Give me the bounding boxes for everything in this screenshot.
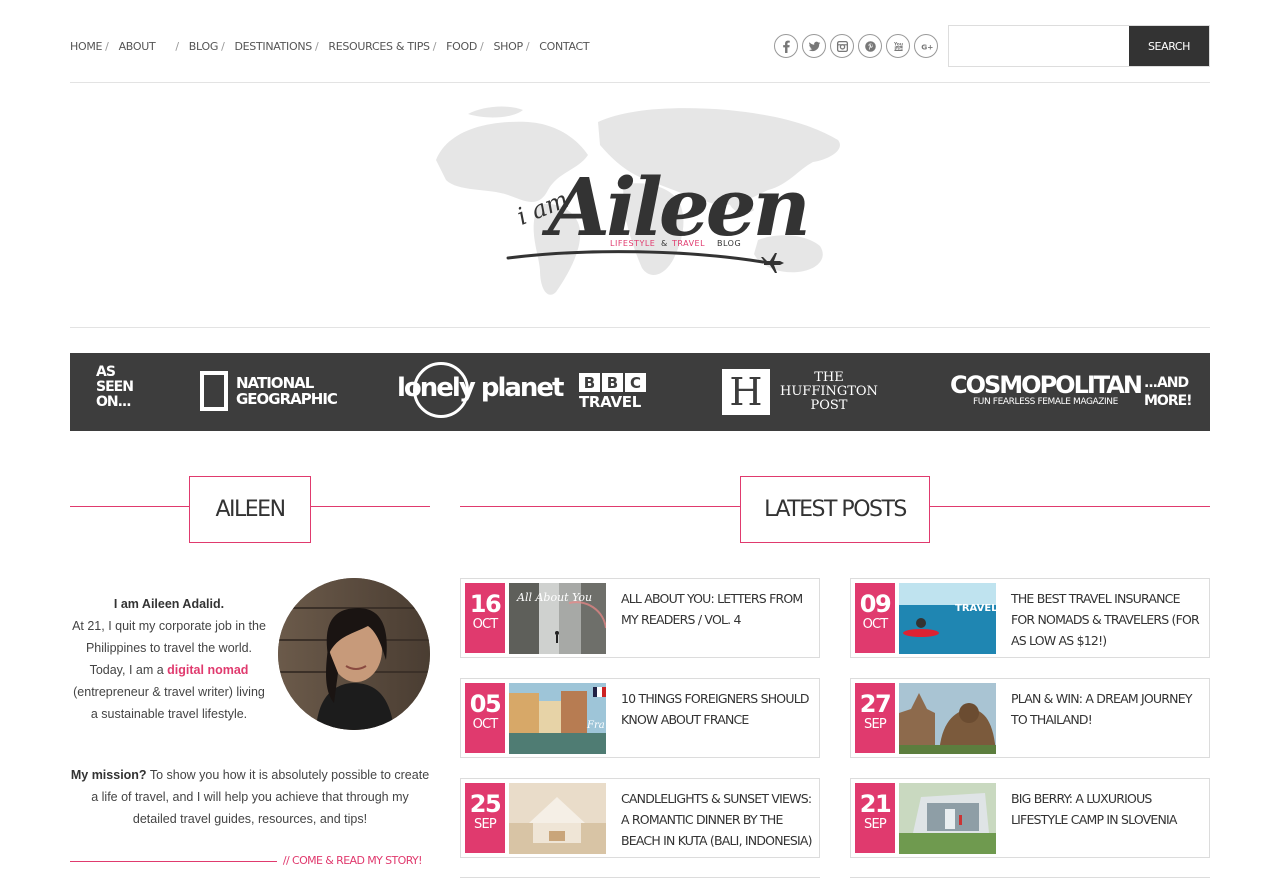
nav-contact[interactable]: CONTACT (539, 40, 589, 53)
svg-text:G+: G+ (921, 42, 933, 51)
social-icons: You Tube G+ (774, 34, 938, 58)
latest-posts-heading: LATEST POSTS (740, 476, 930, 543)
post-card[interactable]: 16 OCT All About You ALL ABOUT YOU: LETTE… (460, 578, 820, 658)
top-bar: HOME / ABOUT / BLOG / DESTINATIONS / RESOURC… (70, 0, 1210, 83)
post-date: 27 SEP (855, 683, 895, 753)
search-form: SEARCH (948, 25, 1210, 67)
post-date: 25 SEP (465, 783, 505, 853)
post-thumbnail[interactable] (899, 683, 996, 754)
post-card[interactable]: 25 SEP CANDLELIGHTS & SUNSET VIEWS: A ROM… (460, 778, 820, 858)
post-title[interactable]: ALL ABOUT YOU: LETTERS FROM MY READERS /… (621, 588, 815, 630)
post-thumbnail[interactable]: All About You (509, 583, 606, 654)
svg-text:Fra: Fra (586, 720, 605, 731)
header-divider (70, 327, 1210, 328)
instagram-icon[interactable] (830, 34, 854, 58)
nav-about[interactable]: ABOUT / (119, 40, 189, 53)
digital-nomad-link[interactable]: digital nomad (167, 663, 248, 677)
post-card[interactable]: 21 SEP BIG BERRY: A LUXURIOUS LIFESTYLE C… (850, 778, 1210, 858)
nav-home[interactable]: HOME / (70, 40, 119, 53)
logo-tagline-blog: BLOG (717, 239, 741, 248)
post-title[interactable]: CANDLELIGHTS & SUNSET VIEWS: A ROMANTIC … (621, 788, 815, 851)
as-seen-on-band: AS SEEN ON... NATIONAL GEOGRAPHIC lonely pl… (70, 353, 1210, 431)
post-thumbnail[interactable] (899, 783, 996, 854)
nav-shop[interactable]: SHOP / (493, 40, 539, 53)
post-date: 16 OCT (465, 583, 505, 653)
youtube-icon[interactable]: You Tube (886, 34, 910, 58)
post-card[interactable]: 09OCT TRAVEL INSURANCE THE BEST TRAVEL I… (850, 578, 1210, 658)
national-geographic-logo: NATIONAL GEOGRAPHIC (200, 371, 338, 411)
site-logo[interactable]: i am Aileen LIFESTYLE & TRAVEL BLOG (428, 100, 854, 306)
post-date: 05 OCT (465, 683, 505, 753)
nav-resources-tips[interactable]: RESOURCES & TIPS / (328, 40, 446, 53)
pinterest-icon[interactable] (858, 34, 882, 58)
read-my-story: // COME & READ MY STORY! (70, 852, 430, 872)
post-thumbnail[interactable]: Fra (509, 683, 606, 754)
nav-food[interactable]: FOOD / (446, 40, 493, 53)
svg-text:TRAVEL INSURANCE: TRAVEL INSURANCE (955, 603, 996, 614)
about-intro-bold: I am Aileen Adalid. (113, 597, 225, 611)
post-title[interactable]: BIG BERRY: A LUXURIOUS LIFESTYLE CAMP IN… (1011, 788, 1205, 830)
huffington-post-logo: H THE HUFFINGTON POST (722, 369, 878, 415)
twitter-icon[interactable] (802, 34, 826, 58)
post-title[interactable]: 10 THINGS FOREIGNERS SHOULD KNOW ABOUT F… (621, 688, 815, 730)
cosmopolitan-logo: COSMOPOLITAN FUN FEARLESS FEMALE MAGAZIN… (950, 371, 1143, 407)
about-mission: My mission? To show you how it is absolu… (70, 768, 430, 826)
about-heading: AILEEN (189, 476, 311, 543)
main-nav: HOME / ABOUT / BLOG / DESTINATIONS / RESOURC… (70, 40, 590, 53)
and-more-label: ...AND MORE! (1144, 375, 1193, 409)
logo-tagline-lifestyle: LIFESTYLE (610, 239, 655, 248)
post-date: 21 SEP (855, 783, 895, 853)
as-seen-on-label: AS SEEN ON... (96, 364, 134, 410)
post-date: 09 OCT (855, 583, 895, 653)
logo-tagline-travel: TRAVEL (671, 239, 705, 248)
bbc-travel-logo: BBC TRAVEL (579, 373, 646, 411)
google-plus-icon[interactable]: G+ (914, 34, 938, 58)
lonely-planet-logo: lonely planet (397, 362, 564, 418)
post-card[interactable]: 05 OCT Fra 10 THINGS FOREIGNERS SHOULD KN… (460, 678, 820, 758)
search-input[interactable] (949, 26, 1129, 66)
nav-destinations[interactable]: DESTINATIONS / (234, 40, 328, 53)
svg-text:Tube: Tube (893, 45, 904, 50)
post-thumbnail[interactable]: TRAVEL INSURANCE (899, 583, 996, 654)
nav-blog[interactable]: BLOG / (189, 40, 235, 53)
search-button[interactable]: SEARCH (1129, 26, 1209, 66)
world-map-logo-graphic: i am Aileen LIFESTYLE & TRAVEL BLOG (436, 106, 840, 295)
post-title[interactable]: PLAN & WIN: A DREAM JOURNEY TO THAILAND! (1011, 688, 1205, 730)
svg-text:All About You: All About You (516, 591, 592, 604)
avatar (278, 578, 430, 730)
facebook-icon[interactable] (774, 34, 798, 58)
read-my-story-link[interactable]: // COME & READ MY STORY! (283, 854, 423, 867)
post-thumbnail[interactable] (509, 783, 606, 854)
post-card[interactable]: 27 SEP PLAN & WIN: A DREAM JOURNEY TO THA… (850, 678, 1210, 758)
logo-tagline-amp: & (661, 239, 667, 248)
post-title[interactable]: THE BEST TRAVEL INSURANCE FOR NOMADS & T… (1011, 588, 1205, 651)
about-intro: I am Aileen Adalid. At 21, I quit my cor… (72, 597, 266, 721)
